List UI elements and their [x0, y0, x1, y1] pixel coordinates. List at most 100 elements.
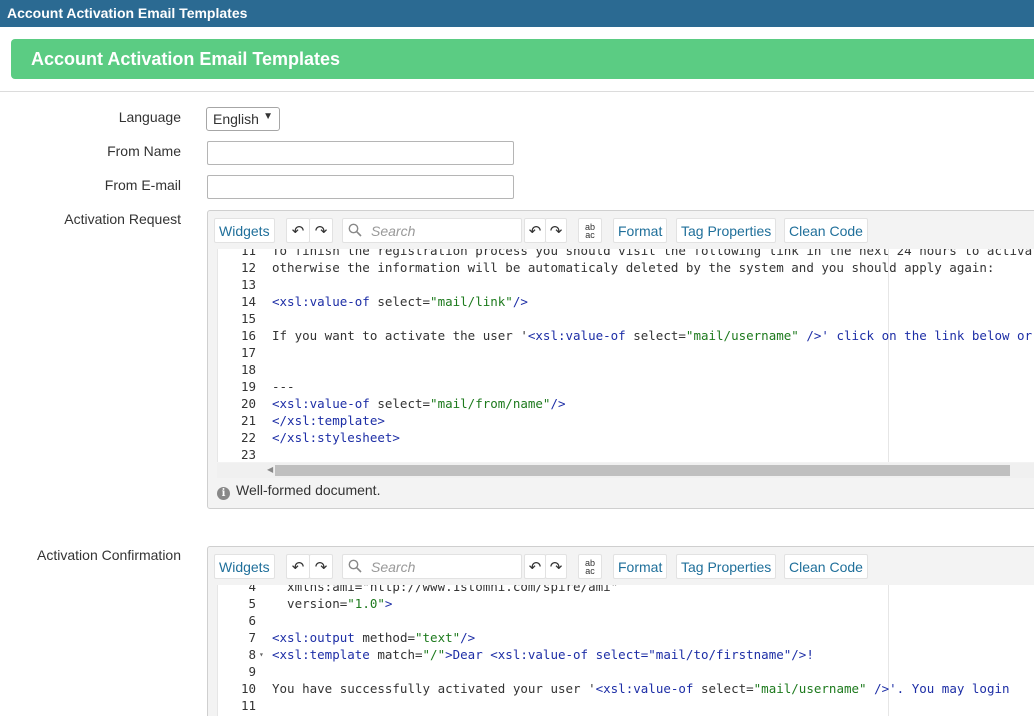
fold-toggle-icon[interactable]: ▾	[259, 646, 264, 663]
search-placeholder: Search	[371, 223, 416, 239]
code-attribute: match=	[377, 647, 423, 662]
code-line: 4 xmlns:ami="http://www.1stomni.com/spir…	[218, 585, 1034, 595]
code-line: 11 To finish the registration process you…	[218, 249, 1034, 259]
code-plain: />	[460, 630, 476, 645]
code-line: 12 otherwise the information will be auto…	[218, 259, 1034, 276]
code-line: 13	[218, 276, 1034, 293]
code-line: 22 </xsl:stylesheet>	[218, 429, 1034, 446]
line-number: 10	[240, 681, 256, 696]
code-plain: >Dear <xsl:value-of select="mail/to/firs…	[445, 647, 814, 662]
editor-toolbar: Widgets ↶ ↷ Search ↶ ↷ ab ac Format Tag Properti…	[208, 547, 1034, 585]
code-attr-value: "/"	[422, 647, 446, 662]
code-plain: />	[550, 396, 566, 411]
format-button[interactable]: Format	[613, 218, 668, 243]
replace-icon[interactable]: ab ac	[578, 218, 602, 243]
from-email-input[interactable]	[207, 175, 514, 199]
code-attribute: select=	[633, 328, 686, 343]
code-line: 21 </xsl:template>	[218, 412, 1034, 429]
find-next-icon[interactable]: ↷	[545, 218, 567, 243]
code-area[interactable]: 11 To finish the registration process you…	[217, 249, 1034, 462]
code-plain: If you want to activate the user '	[272, 328, 528, 343]
line-number: 17	[240, 345, 256, 360]
code-plain: >	[384, 596, 393, 611]
code-tag: </xsl:template>	[272, 413, 385, 428]
code-line: 20 <xsl:value-of select="mail/from/name"/…	[218, 395, 1034, 412]
language-select-value: English	[213, 111, 259, 127]
code-text: otherwise the information will be automa…	[272, 259, 994, 276]
line-number: 7	[248, 630, 256, 645]
activation-request-label: Activation Request	[64, 211, 181, 227]
window-titlebar: Account Activation Email Templates	[0, 0, 1034, 27]
line-number: 12	[240, 260, 256, 275]
code-text: <xsl:template match="/">Dear <xsl:value-…	[272, 646, 814, 663]
activation-request-editor[interactable]: Widgets ↶ ↷ Search ↶ ↷ ab ac Format Tag Properti…	[207, 210, 1034, 509]
line-number: 14	[240, 294, 256, 309]
code-line: 6	[218, 612, 1034, 629]
code-area[interactable]: 4 xmlns:ami="http://www.1stomni.com/spir…	[217, 585, 1034, 716]
code-line: 14 <xsl:value-of select="mail/link"/>	[218, 293, 1034, 310]
code-tag: <xsl:value-of	[272, 396, 378, 411]
status-text: Well-formed document.	[236, 482, 381, 498]
code-line: 16 If you want to activate the user '<xsl…	[218, 327, 1034, 344]
clean-code-button[interactable]: Clean Code	[784, 218, 868, 243]
line-number: 21	[240, 413, 256, 428]
line-number: 22	[240, 430, 256, 445]
from-name-label: From Name	[107, 143, 181, 159]
page-banner: Account Activation Email Templates	[11, 39, 1034, 79]
search-icon	[348, 223, 362, 237]
format-button[interactable]: Format	[613, 554, 668, 579]
code-plain: />' click on the link below or	[798, 328, 1033, 343]
code-tag: <xsl:value-of	[527, 328, 634, 343]
code-attribute: select=	[700, 681, 754, 696]
find-next-icon[interactable]: ↷	[545, 554, 567, 579]
line-number: 13	[240, 277, 256, 292]
line-number: 23	[240, 447, 256, 462]
code-text: To finish the registration process you s…	[272, 249, 1034, 259]
line-number: 9	[248, 664, 256, 679]
search-icon	[348, 559, 362, 573]
code-text: </xsl:stylesheet>	[272, 429, 400, 446]
code-attribute: select=	[377, 294, 431, 309]
find-previous-icon[interactable]: ↶	[524, 554, 546, 579]
code-text: <xsl:value-of select="mail/link"/>	[272, 293, 528, 310]
code-plain: You have successfully activated your use…	[272, 681, 596, 696]
code-line: 19 ---	[218, 378, 1034, 395]
activation-confirmation-label: Activation Confirmation	[37, 547, 181, 563]
horizontal-scrollbar[interactable]: ◀	[217, 463, 1034, 478]
code-line: 11	[218, 697, 1034, 714]
redo-icon[interactable]: ↷	[309, 218, 333, 243]
widgets-button[interactable]: Widgets	[214, 218, 275, 243]
code-plain: ---	[272, 379, 295, 394]
line-number: 20	[240, 396, 256, 411]
search-input[interactable]: Search	[342, 218, 522, 243]
clean-code-button[interactable]: Clean Code	[784, 554, 868, 579]
code-line: 17	[218, 344, 1034, 361]
line-number: 19	[240, 379, 256, 394]
code-line: 9	[218, 663, 1034, 680]
scrollbar-thumb[interactable]	[275, 465, 1010, 476]
code-tag: <xsl:output	[272, 630, 363, 645]
code-text: ---	[272, 378, 295, 395]
window-title: Account Activation Email Templates	[7, 5, 248, 21]
undo-icon[interactable]: ↶	[286, 218, 310, 243]
widgets-button[interactable]: Widgets	[214, 554, 275, 579]
code-line: 15	[218, 310, 1034, 327]
activation-confirmation-editor[interactable]: Widgets ↶ ↷ Search ↶ ↷ ab ac Format Tag Properti…	[207, 546, 1034, 716]
code-tag: </xsl:stylesheet>	[272, 430, 400, 445]
code-tag: <xsl:template	[272, 647, 378, 662]
tag-properties-button[interactable]: Tag Properties	[676, 218, 777, 243]
replace-icon[interactable]: ab ac	[578, 554, 602, 579]
search-input[interactable]: Search	[342, 554, 522, 579]
code-text: </xsl:template>	[272, 412, 385, 429]
editor-toolbar: Widgets ↶ ↷ Search ↶ ↷ ab ac Format Tag Properti…	[208, 211, 1034, 249]
info-icon: i	[217, 487, 230, 500]
line-number: 18	[240, 362, 256, 377]
tag-properties-button[interactable]: Tag Properties	[676, 554, 777, 579]
language-select[interactable]: English ▼	[206, 107, 280, 131]
line-number: 4	[248, 585, 256, 594]
redo-icon[interactable]: ↷	[309, 554, 333, 579]
from-name-input[interactable]	[207, 141, 514, 165]
code-attr-value: "mail/from/name"	[430, 396, 551, 411]
undo-icon[interactable]: ↶	[286, 554, 310, 579]
find-previous-icon[interactable]: ↶	[524, 218, 546, 243]
